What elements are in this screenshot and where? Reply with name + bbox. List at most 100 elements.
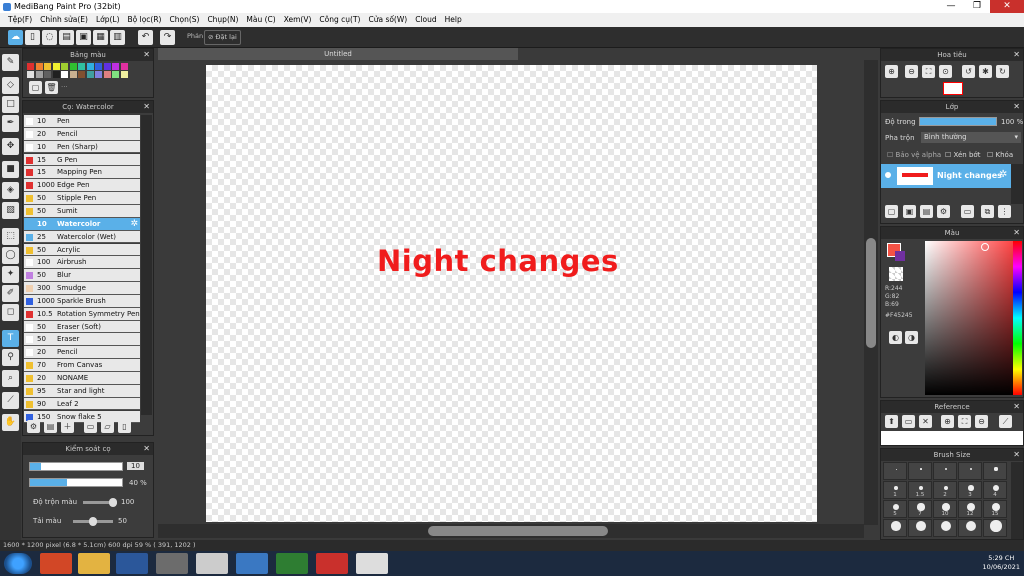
redo-icon[interactable]: ↷ (160, 30, 175, 45)
move-tool-icon[interactable]: ✥ (2, 138, 19, 155)
brush-scrollbar[interactable] (141, 115, 152, 415)
app-icon-7[interactable] (276, 553, 308, 574)
palette-swatch[interactable] (61, 71, 68, 78)
panel-close-icon[interactable]: ✕ (143, 443, 150, 455)
reference-eyedropper-icon[interactable]: ⟋ (999, 415, 1012, 428)
select-pen-icon[interactable]: ✐ (2, 285, 19, 302)
brush-item[interactable]: 50 Stipple Pen (24, 192, 140, 205)
duplicate-layer-icon[interactable]: ▤ (920, 205, 933, 218)
palette-swatch[interactable] (27, 63, 34, 70)
text-tool-icon[interactable]: T (2, 330, 19, 347)
zoom-out-icon[interactable]: ⊖ (905, 65, 918, 78)
export-icon[interactable]: ▦ (93, 30, 108, 45)
dot-tool-icon[interactable]: □ (2, 96, 19, 113)
reference-close-icon[interactable]: ✕ (919, 415, 932, 428)
palette-swatch[interactable] (86, 63, 94, 70)
select-eraser-icon[interactable]: ◻ (2, 304, 19, 321)
palette-swatch[interactable] (103, 71, 111, 78)
palette-swatch[interactable] (120, 71, 128, 78)
cloud-icon[interactable]: ☁ (8, 30, 23, 45)
palette-swatch[interactable] (27, 71, 34, 78)
panel-close-icon[interactable]: ✕ (1013, 401, 1020, 413)
drawing-canvas[interactable] (206, 65, 817, 522)
palette-swatch[interactable] (35, 63, 43, 70)
palette-swatch[interactable] (78, 63, 85, 70)
select-rect-icon[interactable]: ⬚ (2, 228, 19, 245)
menu-layer[interactable]: Lớp(L) (92, 13, 124, 27)
color-history-icon[interactable]: ◑ (905, 331, 918, 344)
brush-item[interactable]: 50 Eraser (24, 333, 140, 347)
brush-item[interactable]: 10.5 Rotation Symmetry Pen (24, 307, 140, 321)
rotate-reset-icon[interactable]: ✱ (979, 65, 992, 78)
menu-help[interactable]: Help (441, 13, 466, 27)
brush-item[interactable]: 50 Eraser (Soft) (24, 320, 140, 334)
actual-size-icon[interactable]: ⊙ (939, 65, 952, 78)
comment-icon[interactable]: ◌ (42, 30, 57, 45)
palette-swatch[interactable] (35, 71, 43, 78)
new-palette-icon[interactable]: ▢ (29, 81, 42, 94)
zoom-in-icon[interactable]: ⊕ (885, 65, 898, 78)
vertical-scroll-thumb[interactable] (866, 238, 876, 348)
color-saturation-picker[interactable] (925, 241, 1013, 395)
calculator-icon[interactable] (196, 553, 228, 574)
new-layer-icon[interactable]: ▢ (885, 205, 898, 218)
brush-size-cell[interactable]: 10 (933, 500, 957, 518)
start-button[interactable] (4, 553, 32, 574)
pen-tool-icon[interactable]: ✒ (2, 115, 19, 132)
brush-item[interactable]: 20 Pencil (24, 127, 140, 141)
reference-fit-icon[interactable]: ⛶ (958, 415, 971, 428)
app-icon-4[interactable] (156, 553, 188, 574)
canvas-tab[interactable]: Untitled (158, 48, 518, 60)
brush-settings-icon[interactable]: ⚙ (27, 420, 40, 433)
brush-size-cell[interactable] (908, 462, 932, 480)
layer-row[interactable]: Night changes ✲ (881, 164, 1011, 188)
undo-icon[interactable]: ↶ (138, 30, 153, 45)
merge-layer-icon[interactable]: ⧉ (981, 205, 994, 218)
brush-size-value[interactable]: 10 (127, 462, 144, 470)
brush-size-cell[interactable] (908, 519, 932, 537)
fit-icon[interactable]: ⛶ (922, 65, 935, 78)
brush-item[interactable]: 95 Star and light (24, 384, 140, 398)
gradient-icon[interactable]: ▧ (2, 202, 19, 219)
palette-swatch[interactable] (44, 63, 51, 70)
palette-swatch[interactable] (95, 71, 102, 78)
hand-tool-icon[interactable]: ✋ (2, 414, 19, 431)
clipping-checkbox[interactable]: ☐ Xén bớt (945, 151, 980, 159)
brush-item[interactable]: 50 Sumit (24, 204, 140, 218)
brush-size-cell[interactable] (933, 519, 957, 537)
brush-item[interactable]: 1000 Sparkle Brush (24, 294, 140, 308)
navigator-preview[interactable] (943, 82, 963, 95)
brush-item[interactable]: 10 Pen (Sharp) (24, 140, 140, 154)
panel-close-icon[interactable]: ✕ (143, 49, 150, 61)
reference-view[interactable] (881, 431, 1023, 445)
palette-swatch[interactable] (78, 71, 85, 78)
brush-item[interactable]: 90 Leaf 2 (24, 397, 140, 411)
reference-upload-icon[interactable]: ⬆ (885, 415, 898, 428)
reference-zoom-out-icon[interactable]: ⊖ (975, 415, 988, 428)
rotate-left-icon[interactable]: ↺ (962, 65, 975, 78)
menu-edit[interactable]: Chỉnh sửa(E) (36, 13, 92, 27)
chrome-icon[interactable] (356, 553, 388, 574)
opacity-slider[interactable] (29, 478, 123, 487)
brush-size-cell[interactable]: 12 (958, 500, 982, 518)
brush-item[interactable]: 50 Acrylic (24, 243, 140, 257)
transparent-color-swatch[interactable] (889, 267, 903, 281)
layer-scrollbar[interactable] (1011, 164, 1023, 204)
powerpoint-icon[interactable] (40, 553, 72, 574)
palette-swatch[interactable] (112, 63, 119, 70)
panel-close-icon[interactable]: ✕ (1013, 227, 1020, 239)
panel-close-icon[interactable]: ✕ (1013, 449, 1020, 461)
refill-slider[interactable] (73, 517, 113, 526)
gear-icon[interactable]: ✲ (130, 218, 138, 230)
image-icon[interactable]: ▤ (59, 30, 74, 45)
brush-item[interactable]: 10 Pen (24, 115, 140, 128)
brush-folder-open-icon[interactable]: ▱ (101, 420, 114, 433)
save-icon[interactable]: ▣ (76, 30, 91, 45)
brush-size-cell[interactable]: 7 (908, 500, 932, 518)
rotate-right-icon[interactable]: ↻ (996, 65, 1009, 78)
palette-swatch[interactable] (103, 63, 111, 70)
brush-size-slider[interactable] (29, 462, 123, 471)
color-wheel-icon[interactable]: ◐ (889, 331, 902, 344)
lasso-icon[interactable]: ◯ (2, 247, 19, 264)
medibang-icon[interactable] (316, 553, 348, 574)
